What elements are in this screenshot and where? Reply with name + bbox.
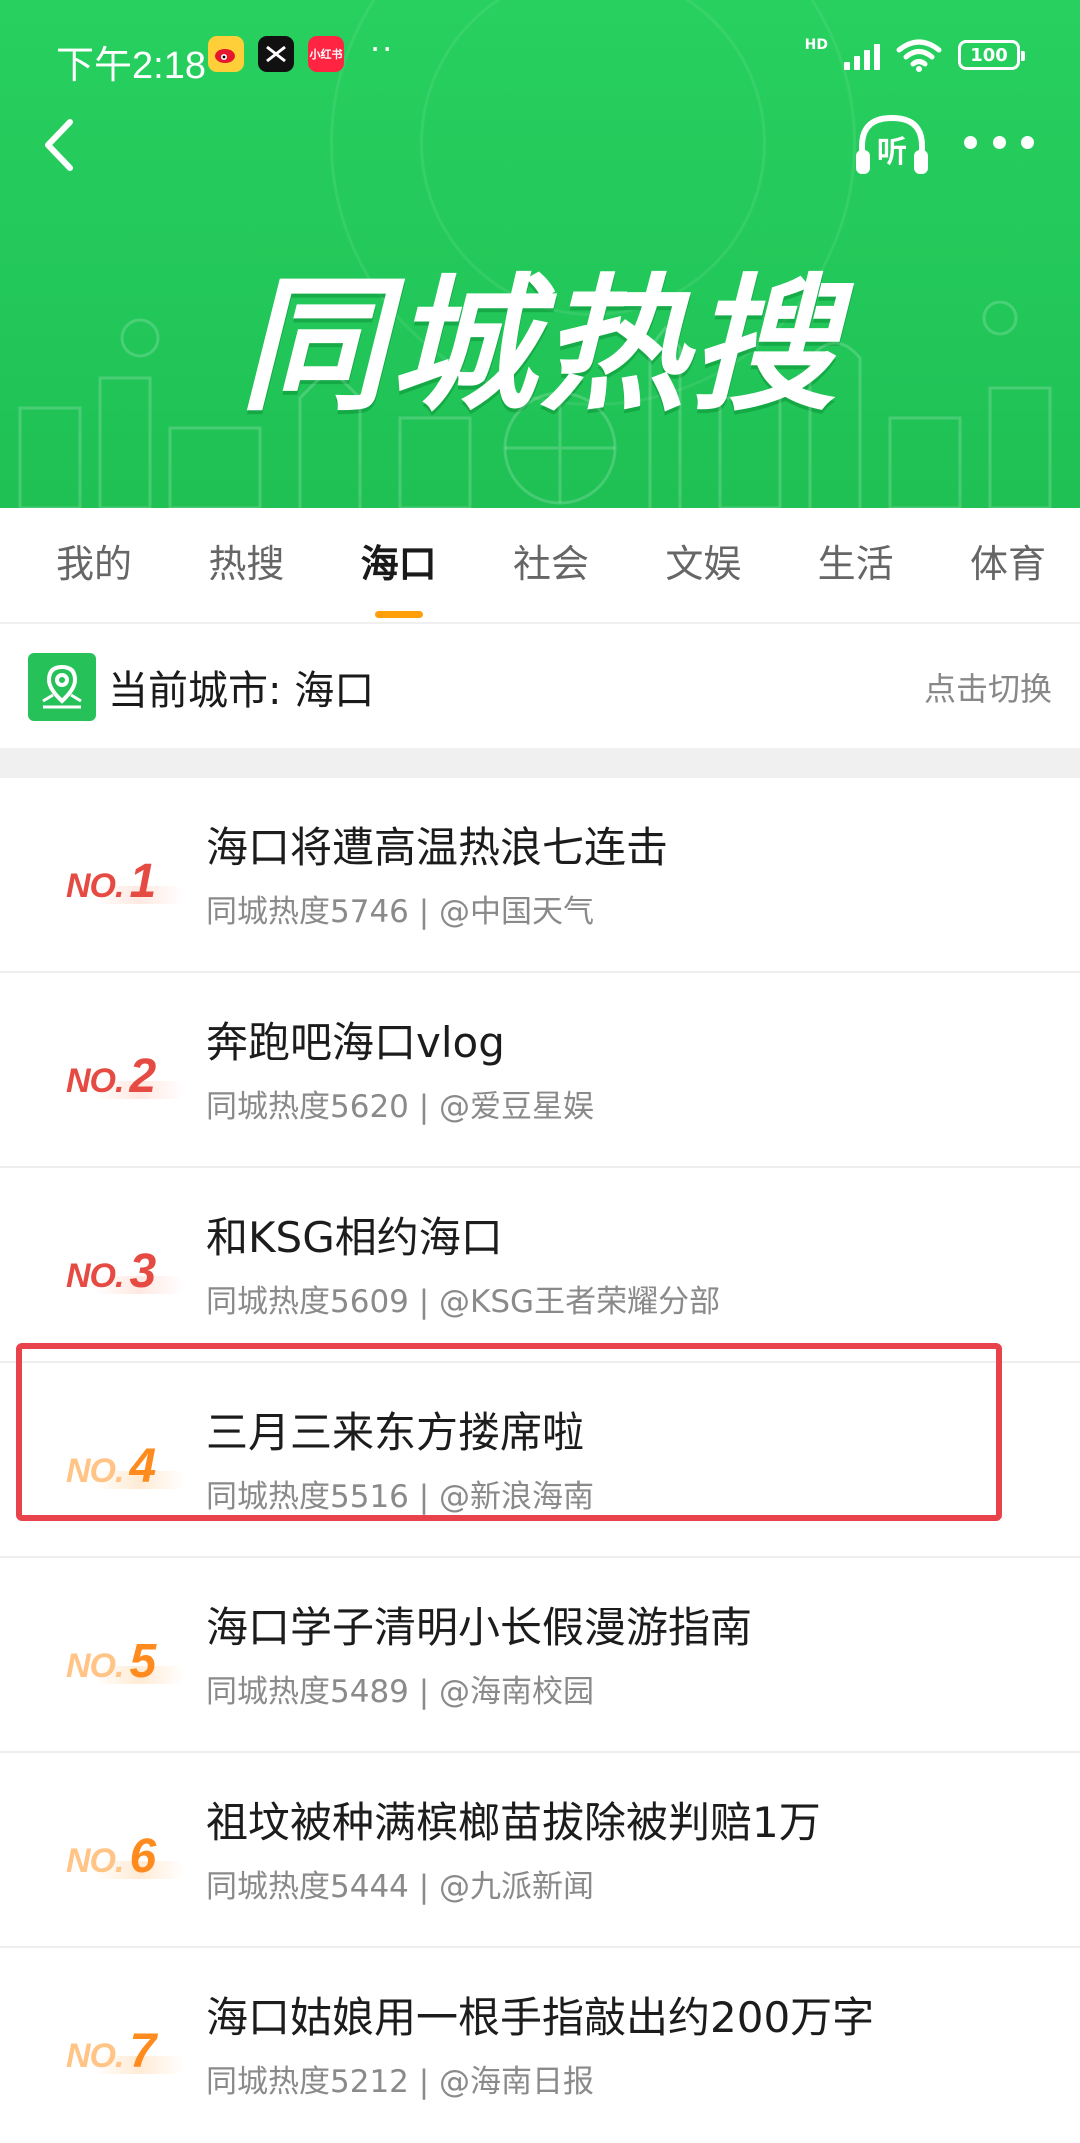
list-item[interactable]: NO. 7 海口姑娘用一根手指敲出约200万字 同城热度5212 | @海南日报: [0, 1948, 1080, 2143]
rank-prefix: NO.: [66, 1062, 124, 1100]
chevron-left-icon: [45, 119, 73, 171]
rank-number: 4: [129, 1440, 157, 1493]
rank-prefix: NO.: [66, 1452, 124, 1490]
item-meta: 同城热度5489 | @海南校园: [206, 1674, 595, 1710]
item-meta: 同城热度5444 | @九派新闻: [206, 1869, 595, 1905]
item-title: 海口学子清明小长假漫游指南: [206, 1603, 753, 1652]
wifi-icon: [896, 39, 942, 72]
tab-society[interactable]: 社会: [513, 533, 589, 598]
tab-mine[interactable]: 我的: [56, 533, 132, 598]
status-bar: 下午2:18 小红书 ·· HD 100: [0, 0, 1080, 110]
rank-badge: NO. 5: [66, 1616, 184, 1688]
list-item[interactable]: NO. 2 奔跑吧海口vlog 同城热度5620 | @爱豆星娱: [0, 973, 1080, 1168]
list-item[interactable]: NO. 1 海口将遭高温热浪七连击 同城热度5746 | @中国天气: [0, 778, 1080, 973]
item-title: 海口姑娘用一根手指敲出约200万字: [206, 1993, 875, 2042]
item-meta: 同城热度5609 | @KSG王者荣耀分部: [206, 1284, 721, 1320]
list-item[interactable]: NO. 3 和KSG相约海口 同城热度5609 | @KSG王者荣耀分部: [0, 1168, 1080, 1363]
item-title: 奔跑吧海口vlog: [206, 1018, 505, 1067]
rank-badge: NO. 4: [66, 1421, 184, 1493]
list-item[interactable]: NO. 5 海口学子清明小长假漫游指南 同城热度5489 | @海南校园: [0, 1558, 1080, 1753]
rank-prefix: NO.: [66, 1257, 124, 1295]
header-banner: 下午2:18 小红书 ·· HD 100 听 同城热搜: [0, 0, 1080, 508]
rank-badge: NO. 6: [66, 1811, 184, 1883]
item-meta: 同城热度5746 | @中国天气: [206, 894, 595, 930]
category-tabs: 我的 热搜 海口 社会 文娱 生活 体育: [0, 508, 1080, 624]
city-skyline-illustration: [18, 300, 1052, 508]
rank-number: 5: [129, 1635, 157, 1688]
hot-search-list: NO. 1 海口将遭高温热浪七连击 同城热度5746 | @中国天气 NO. 2 奔…: [0, 778, 1080, 2143]
rank-badge: NO. 2: [66, 1031, 184, 1103]
battery-icon: 100: [958, 40, 1025, 70]
rank-number: 2: [129, 1050, 157, 1103]
item-title: 和KSG相约海口: [206, 1213, 503, 1262]
location-pin-icon: [28, 653, 96, 721]
item-title: 祖坟被种满槟榔苗拔除被判赔1万: [206, 1798, 821, 1847]
rank-number: 7: [129, 2025, 157, 2078]
status-overflow-dots: ··: [370, 30, 395, 68]
tab-life[interactable]: 生活: [818, 533, 894, 598]
list-item[interactable]: NO. 4 三月三来东方搂席啦 同城热度5516 | @新浪海南: [0, 1363, 1080, 1558]
rank-badge: NO. 7: [66, 2006, 184, 2078]
listen-button[interactable]: 听: [852, 110, 932, 180]
item-meta: 同城热度5620 | @爱豆星娱: [206, 1089, 595, 1125]
status-indicators: HD 100: [804, 37, 1025, 72]
tab-entertainment[interactable]: 文娱: [665, 533, 741, 598]
rank-number: 3: [129, 1245, 157, 1298]
rank-number: 6: [129, 1830, 157, 1883]
tab-sports[interactable]: 体育: [970, 533, 1046, 598]
capcut-icon: [258, 36, 294, 72]
hd-label: HD: [804, 37, 828, 53]
item-meta: 同城热度5516 | @新浪海南: [206, 1479, 595, 1515]
signal-icon: [844, 40, 880, 70]
rank-prefix: NO.: [66, 1842, 124, 1880]
status-time: 下午2:18: [56, 45, 206, 87]
rank-prefix: NO.: [66, 2037, 124, 2075]
rank-prefix: NO.: [66, 1647, 124, 1685]
item-title: 海口将遭高温热浪七连击: [206, 823, 669, 872]
listen-label: 听: [877, 135, 907, 170]
rank-badge: NO. 3: [66, 1226, 184, 1298]
battery-level: 100: [970, 44, 1008, 66]
headphones-icon: 听: [856, 114, 928, 174]
tab-hot-search[interactable]: 热搜: [208, 533, 284, 598]
section-divider: [0, 748, 1080, 778]
weibo-icon: [208, 36, 244, 72]
xiaohongshu-icon: 小红书: [308, 36, 344, 72]
rank-prefix: NO.: [66, 867, 124, 905]
switch-city-link[interactable]: 点击切换: [924, 664, 1052, 710]
tab-haikou[interactable]: 海口: [361, 533, 437, 598]
current-city-row: 当前城市: 海口 点击切换: [0, 626, 1080, 748]
item-meta: 同城热度5212 | @海南日报: [206, 2064, 595, 2100]
rank-badge: NO. 1: [66, 836, 184, 908]
rank-number: 1: [129, 855, 157, 908]
list-item[interactable]: NO. 6 祖坟被种满槟榔苗拔除被判赔1万 同城热度5444 | @九派新闻: [0, 1753, 1080, 1948]
current-city-label: 当前城市: 海口: [108, 668, 375, 714]
item-title: 三月三来东方搂席啦: [206, 1408, 585, 1457]
back-button[interactable]: [34, 110, 84, 180]
more-options-button[interactable]: [964, 122, 1034, 162]
